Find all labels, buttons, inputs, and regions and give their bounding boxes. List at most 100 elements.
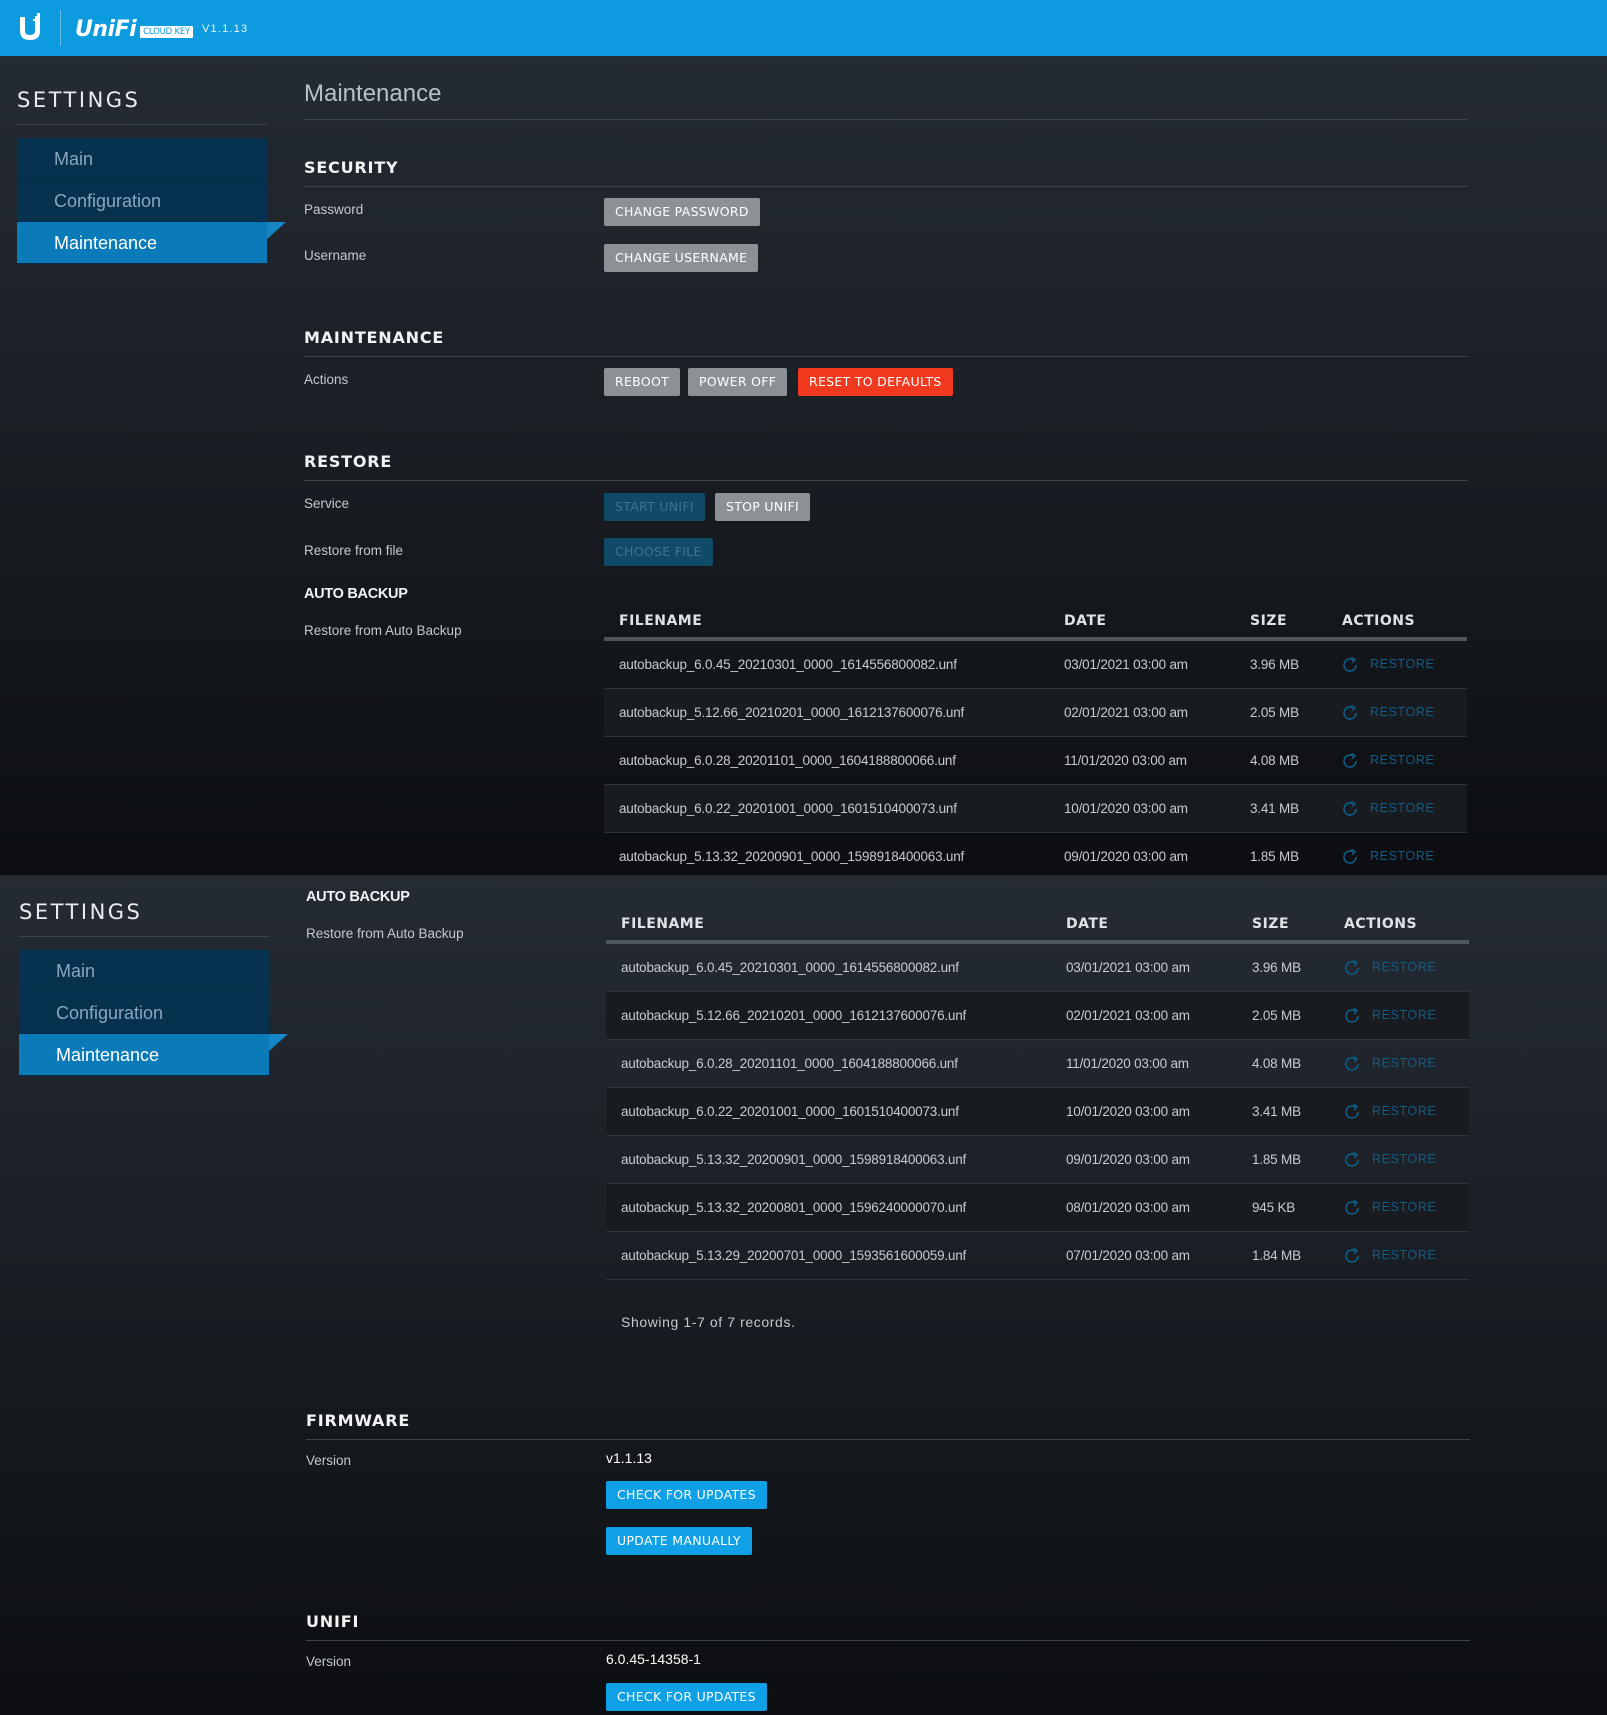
sidebar-nav: Main Configuration Maintenance bbox=[17, 138, 286, 264]
backup-size: 3.96 MB bbox=[1250, 657, 1299, 672]
section-divider bbox=[306, 1640, 1470, 1641]
refresh-icon[interactable] bbox=[1340, 847, 1360, 867]
auto-backup-heading: AUTO BACKUP bbox=[304, 586, 408, 602]
section-divider bbox=[304, 356, 1468, 357]
refresh-icon[interactable] bbox=[1342, 1198, 1362, 1218]
records-count: Showing 1-7 of 7 records. bbox=[621, 1314, 796, 1330]
firmware-version-value: v1.1.13 bbox=[606, 1450, 652, 1466]
refresh-icon[interactable] bbox=[1342, 1150, 1362, 1170]
restore-link[interactable]: RESTORE bbox=[1372, 1104, 1436, 1118]
refresh-icon[interactable] bbox=[1340, 799, 1360, 819]
restore-link[interactable]: RESTORE bbox=[1372, 1248, 1436, 1262]
restore-link[interactable]: RESTORE bbox=[1372, 960, 1436, 974]
brand-name: UniFi bbox=[75, 17, 137, 42]
main-content: AUTO BACKUP Restore from Auto Backup FIL… bbox=[306, 889, 1470, 1715]
restore-link[interactable]: RESTORE bbox=[1372, 1056, 1436, 1070]
change-username-button[interactable]: CHANGE USERNAME bbox=[604, 244, 759, 272]
firmware-version-label: Version bbox=[306, 1453, 352, 1468]
refresh-icon[interactable] bbox=[1342, 1054, 1362, 1074]
backup-filename: autobackup_5.12.66_20210201_0000_1612137… bbox=[619, 705, 965, 720]
actions-label: Actions bbox=[304, 372, 349, 387]
sidebar-title: SETTINGS bbox=[19, 900, 143, 924]
sidebar-item-configuration[interactable]: Configuration bbox=[19, 992, 269, 1034]
auto-backup-table: FILENAME DATE SIZE ACTIONS autobackup_6.… bbox=[604, 603, 1467, 875]
title-divider bbox=[304, 119, 1468, 120]
start-unifi-button[interactable]: START UNIFI bbox=[604, 493, 705, 521]
unifi-check-updates-button[interactable]: CHECK FOR UPDATES bbox=[606, 1683, 767, 1711]
restore-link[interactable]: RESTORE bbox=[1372, 1200, 1436, 1214]
backup-size: 3.96 MB bbox=[1252, 960, 1301, 975]
column-actions: ACTIONS bbox=[1344, 916, 1418, 932]
sidebar-item-main[interactable]: Main bbox=[17, 138, 267, 180]
maintenance-heading: MAINTENANCE bbox=[304, 328, 445, 347]
choose-file-button[interactable]: CHOOSE FILE bbox=[604, 538, 713, 566]
sidebar-item-maintenance[interactable]: Maintenance bbox=[19, 1034, 288, 1076]
backup-size: 1.84 MB bbox=[1252, 1248, 1301, 1263]
backup-filename: autobackup_6.0.45_20210301_0000_16145568… bbox=[621, 960, 959, 975]
brand-badge: CLOUD KEY bbox=[140, 26, 194, 38]
restore-link[interactable]: RESTORE bbox=[1370, 801, 1434, 815]
backup-date: 10/01/2020 03:00 am bbox=[1064, 801, 1188, 816]
sidebar-title: SETTINGS bbox=[17, 88, 141, 112]
table-row: autobackup_5.13.29_20200701_0000_1593561… bbox=[606, 1232, 1469, 1280]
column-date[interactable]: DATE bbox=[1066, 916, 1108, 932]
firmware-check-updates-button[interactable]: CHECK FOR UPDATES bbox=[606, 1481, 767, 1509]
refresh-icon[interactable] bbox=[1342, 958, 1362, 978]
column-size[interactable]: SIZE bbox=[1250, 613, 1287, 629]
column-date[interactable]: DATE bbox=[1064, 613, 1106, 629]
restore-link[interactable]: RESTORE bbox=[1372, 1008, 1436, 1022]
update-manually-button[interactable]: UPDATE MANUALLY bbox=[606, 1527, 752, 1555]
backup-filename: autobackup_5.13.32_20200801_0000_1596240… bbox=[621, 1200, 967, 1215]
restore-link[interactable]: RESTORE bbox=[1370, 657, 1434, 671]
table-row: autobackup_5.13.32_20200901_0000_1598918… bbox=[604, 833, 1467, 875]
backup-filename: autobackup_6.0.22_20201001_0000_16015104… bbox=[619, 801, 957, 816]
restore-heading: RESTORE bbox=[304, 452, 393, 471]
restore-link[interactable]: RESTORE bbox=[1370, 753, 1434, 767]
service-label: Service bbox=[304, 496, 350, 511]
restore-link[interactable]: RESTORE bbox=[1370, 705, 1434, 719]
sidebar-item-configuration[interactable]: Configuration bbox=[17, 180, 267, 222]
brand-logo[interactable]: UniFi CLOUD KEY bbox=[75, 12, 194, 44]
settings-panel-top: SETTINGS Main Configuration Maintenance … bbox=[0, 56, 1607, 875]
restore-link[interactable]: RESTORE bbox=[1372, 1152, 1436, 1166]
refresh-icon[interactable] bbox=[1342, 1102, 1362, 1122]
sidebar: SETTINGS Main Configuration Maintenance bbox=[17, 88, 286, 264]
username-label: Username bbox=[304, 248, 367, 263]
sidebar-item-main[interactable]: Main bbox=[19, 950, 269, 992]
column-size[interactable]: SIZE bbox=[1252, 916, 1289, 932]
settings-panel-bottom: SETTINGS Main Configuration Maintenance … bbox=[0, 875, 1607, 1715]
ubiquiti-logo-icon[interactable] bbox=[17, 13, 43, 43]
backup-date: 11/01/2020 03:00 am bbox=[1064, 753, 1187, 768]
refresh-icon[interactable] bbox=[1340, 655, 1360, 675]
power-off-button[interactable]: POWER OFF bbox=[688, 368, 788, 396]
sidebar-nav: Main Configuration Maintenance bbox=[19, 950, 288, 1076]
unifi-version-value: 6.0.45-14358-1 bbox=[606, 1651, 701, 1667]
sidebar-item-maintenance[interactable]: Maintenance bbox=[17, 222, 286, 264]
refresh-icon[interactable] bbox=[1340, 751, 1360, 771]
table-row: autobackup_5.12.66_20210201_0000_1612137… bbox=[604, 689, 1467, 737]
change-password-button[interactable]: CHANGE PASSWORD bbox=[604, 198, 760, 226]
refresh-icon[interactable] bbox=[1342, 1006, 1362, 1026]
backup-date: 02/01/2021 03:00 am bbox=[1064, 705, 1188, 720]
unifi-version-label: Version bbox=[306, 1654, 352, 1669]
refresh-icon[interactable] bbox=[1342, 1246, 1362, 1266]
backup-size: 1.85 MB bbox=[1252, 1152, 1301, 1167]
table-row: autobackup_6.0.45_20210301_0000_16145568… bbox=[606, 944, 1469, 992]
section-divider bbox=[304, 480, 1468, 481]
restore-link[interactable]: RESTORE bbox=[1370, 849, 1434, 863]
refresh-icon[interactable] bbox=[1340, 703, 1360, 723]
reboot-button[interactable]: REBOOT bbox=[604, 368, 681, 396]
firmware-heading: FIRMWARE bbox=[306, 1411, 411, 1430]
column-filename[interactable]: FILENAME bbox=[619, 613, 702, 629]
column-filename[interactable]: FILENAME bbox=[621, 916, 704, 932]
unifi-heading: UNIFI bbox=[306, 1612, 360, 1631]
header-divider bbox=[60, 10, 61, 46]
backup-filename: autobackup_6.0.28_20201101_0000_16041888… bbox=[621, 1056, 958, 1071]
backup-size: 2.05 MB bbox=[1250, 705, 1299, 720]
reset-to-defaults-button[interactable]: RESET TO DEFAULTS bbox=[798, 368, 953, 396]
table-row: autobackup_6.0.22_20201001_0000_16015104… bbox=[606, 1088, 1469, 1136]
backup-size: 2.05 MB bbox=[1252, 1008, 1301, 1023]
security-heading: SECURITY bbox=[304, 158, 399, 177]
restore-auto-backup-label: Restore from Auto Backup bbox=[306, 926, 464, 941]
stop-unifi-button[interactable]: STOP UNIFI bbox=[715, 493, 810, 521]
